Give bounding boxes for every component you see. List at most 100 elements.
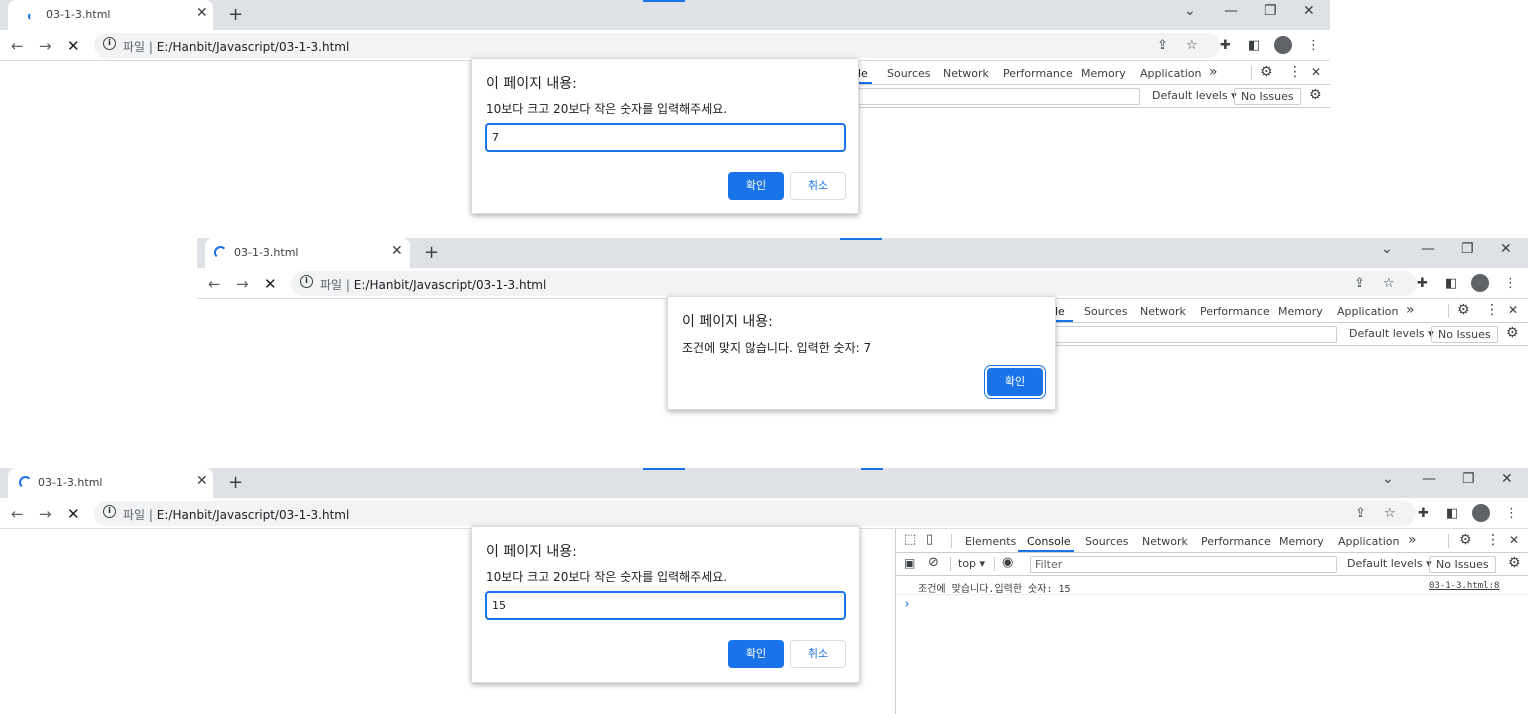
cancel-button[interactable]: 취소 xyxy=(790,640,846,668)
address-bar[interactable]: i 파일 | E:/Hanbit/Javascript/03-1-3.html … xyxy=(94,33,1220,58)
console-settings-icon[interactable]: ⚙ xyxy=(1309,87,1322,103)
ok-button[interactable]: 확인 xyxy=(728,172,784,200)
restore-icon[interactable]: ❐ xyxy=(1461,241,1474,257)
forward-icon[interactable]: → xyxy=(39,505,52,523)
clear-console-icon[interactable]: ⊘ xyxy=(928,555,939,570)
window-close-icon[interactable]: ✕ xyxy=(1303,3,1315,19)
tab-performance[interactable]: Performance xyxy=(1200,305,1270,318)
tab-close-icon[interactable]: ✕ xyxy=(196,473,208,489)
settings-gear-icon[interactable]: ⚙ xyxy=(1260,64,1273,80)
profile-avatar[interactable] xyxy=(1471,274,1489,292)
tab-console[interactable]: Console xyxy=(1027,535,1071,548)
bookmark-star-icon[interactable]: ☆ xyxy=(1384,506,1396,521)
console-settings-icon[interactable]: ⚙ xyxy=(1508,555,1521,571)
tab-sources[interactable]: Sources xyxy=(887,67,931,80)
tab-memory[interactable]: Memory xyxy=(1081,67,1126,80)
tab-console-partial[interactable]: le xyxy=(858,67,868,80)
side-panel-icon[interactable]: ◧ xyxy=(1248,38,1260,53)
tab-memory[interactable]: Memory xyxy=(1278,305,1323,318)
no-issues-button[interactable]: No Issues xyxy=(1429,556,1496,573)
tab-network[interactable]: Network xyxy=(943,67,989,80)
new-tab-icon[interactable]: + xyxy=(228,472,243,493)
settings-gear-icon[interactable]: ⚙ xyxy=(1459,532,1472,548)
bookmark-star-icon[interactable]: ☆ xyxy=(1383,276,1395,291)
menu-kebab-icon[interactable]: ⋮ xyxy=(1307,38,1320,53)
devtools-menu-icon[interactable]: ⋮ xyxy=(1288,64,1302,80)
ok-button[interactable]: 확인 xyxy=(987,368,1043,396)
devtools-close-icon[interactable]: ✕ xyxy=(1508,303,1518,317)
new-tab-icon[interactable]: + xyxy=(424,242,439,263)
tab-close-icon[interactable]: ✕ xyxy=(196,5,208,21)
default-levels-dropdown[interactable]: Default levels ▾ xyxy=(1341,556,1438,573)
share-icon[interactable]: ⇪ xyxy=(1157,38,1168,53)
more-tabs-icon[interactable]: » xyxy=(1406,302,1415,318)
share-icon[interactable]: ⇪ xyxy=(1355,506,1366,521)
restore-icon[interactable]: ❐ xyxy=(1462,471,1475,487)
tab-search-icon[interactable]: ⌄ xyxy=(1382,471,1394,487)
forward-icon[interactable]: → xyxy=(236,275,249,293)
devtools-menu-icon[interactable]: ⋮ xyxy=(1485,302,1499,318)
tab-close-icon[interactable]: ✕ xyxy=(391,243,403,259)
minimize-icon[interactable]: — xyxy=(1421,241,1435,257)
tab-sources[interactable]: Sources xyxy=(1085,535,1129,548)
inspect-element-icon[interactable]: ⬚ xyxy=(904,532,916,547)
tab-console-partial[interactable]: le xyxy=(1055,305,1065,318)
back-icon[interactable]: ← xyxy=(208,275,221,293)
back-icon[interactable]: ← xyxy=(11,37,24,55)
bookmark-star-icon[interactable]: ☆ xyxy=(1186,38,1198,53)
extensions-icon[interactable]: ✚ xyxy=(1417,276,1428,291)
default-levels-dropdown[interactable]: Default levels ▾ xyxy=(1343,326,1440,343)
minimize-icon[interactable]: — xyxy=(1224,3,1238,19)
stop-icon[interactable]: ✕ xyxy=(67,505,80,523)
browser-tab[interactable]: 03-1-3.html ✕ xyxy=(8,468,213,498)
console-prompt-icon[interactable]: › xyxy=(903,597,911,612)
browser-tab[interactable]: 03-1-3.html ✕ xyxy=(205,238,410,268)
tab-search-icon[interactable]: ⌄ xyxy=(1381,241,1393,257)
window-close-icon[interactable]: ✕ xyxy=(1500,241,1512,257)
side-panel-icon[interactable]: ◧ xyxy=(1446,506,1458,521)
menu-kebab-icon[interactable]: ⋮ xyxy=(1504,276,1517,291)
live-expression-eye-icon[interactable]: ◉ xyxy=(1002,555,1013,570)
filter-input-partial[interactable] xyxy=(858,88,1140,105)
tab-application[interactable]: Application xyxy=(1337,305,1398,318)
device-toolbar-icon[interactable]: ▯ xyxy=(926,532,933,547)
tab-performance[interactable]: Performance xyxy=(1003,67,1073,80)
cancel-button[interactable]: 취소 xyxy=(790,172,846,200)
settings-gear-icon[interactable]: ⚙ xyxy=(1457,302,1470,318)
new-tab-icon[interactable]: + xyxy=(228,4,243,25)
tab-application[interactable]: Application xyxy=(1140,67,1201,80)
tab-application[interactable]: Application xyxy=(1338,535,1399,548)
devtools-close-icon[interactable]: ✕ xyxy=(1509,533,1519,547)
stop-icon[interactable]: ✕ xyxy=(264,275,277,293)
devtools-close-icon[interactable]: ✕ xyxy=(1311,65,1321,79)
console-source-link[interactable]: 03-1-3.html:8 xyxy=(1429,581,1499,591)
context-selector[interactable]: top ▾ xyxy=(958,557,985,570)
tab-performance[interactable]: Performance xyxy=(1201,535,1271,548)
forward-icon[interactable]: → xyxy=(39,37,52,55)
site-info-icon[interactable]: i xyxy=(300,275,313,288)
no-issues-button[interactable]: No Issues xyxy=(1234,88,1301,105)
tab-memory[interactable]: Memory xyxy=(1279,535,1324,548)
share-icon[interactable]: ⇪ xyxy=(1354,276,1365,291)
default-levels-dropdown[interactable]: Default levels ▾ xyxy=(1146,88,1243,105)
address-bar[interactable]: i 파일 | E:/Hanbit/Javascript/03-1-3.html … xyxy=(291,271,1417,296)
tab-network[interactable]: Network xyxy=(1142,535,1188,548)
back-icon[interactable]: ← xyxy=(11,505,24,523)
tab-elements[interactable]: Elements xyxy=(965,535,1016,548)
stop-icon[interactable]: ✕ xyxy=(67,37,80,55)
window-close-icon[interactable]: ✕ xyxy=(1501,471,1513,487)
tab-sources[interactable]: Sources xyxy=(1084,305,1128,318)
side-panel-icon[interactable]: ◧ xyxy=(1445,276,1457,291)
devtools-menu-icon[interactable]: ⋮ xyxy=(1486,532,1500,548)
profile-avatar[interactable] xyxy=(1274,36,1292,54)
extensions-icon[interactable]: ✚ xyxy=(1220,38,1231,53)
minimize-icon[interactable]: — xyxy=(1422,471,1436,487)
prompt-input[interactable]: 15 xyxy=(485,591,846,620)
browser-tab[interactable]: 03-1-3.html ✕ xyxy=(8,0,213,30)
site-info-icon[interactable]: i xyxy=(103,37,116,50)
filter-input[interactable]: Filter xyxy=(1030,556,1337,573)
more-tabs-icon[interactable]: » xyxy=(1209,64,1218,80)
tab-search-icon[interactable]: ⌄ xyxy=(1184,3,1196,19)
no-issues-button[interactable]: No Issues xyxy=(1431,326,1498,343)
site-info-icon[interactable]: i xyxy=(103,505,116,518)
